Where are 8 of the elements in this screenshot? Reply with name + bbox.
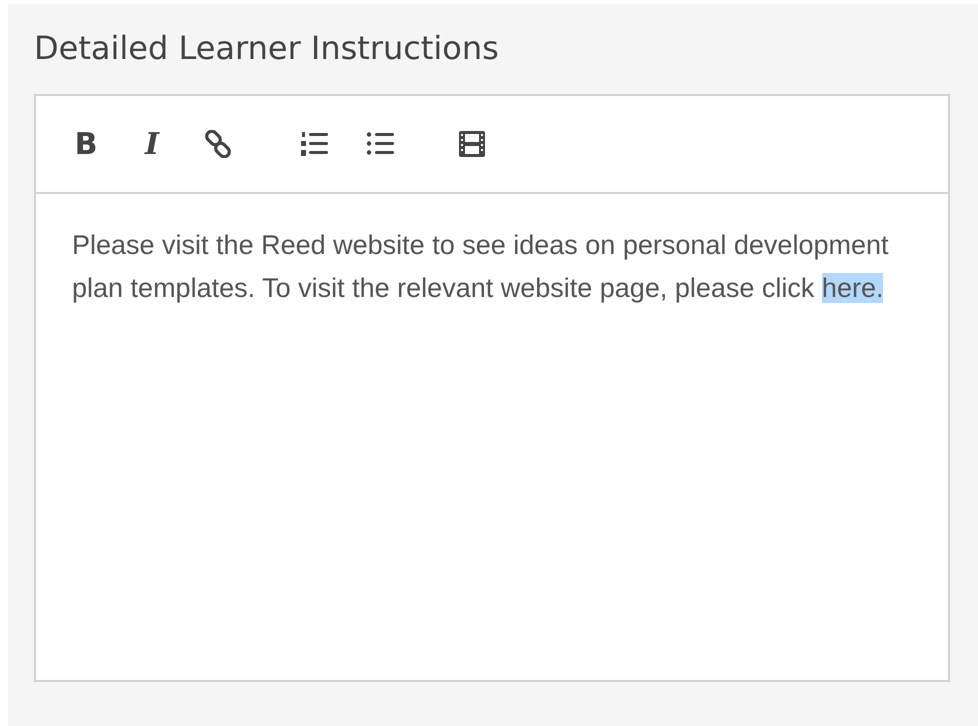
numbered-list-icon: [300, 130, 328, 158]
film-icon: [458, 130, 486, 158]
bold-button[interactable]: B: [70, 126, 102, 162]
chain-link-icon: [204, 130, 232, 158]
panel-title: Detailed Learner Instructions: [34, 28, 500, 69]
italic-button[interactable]: I: [136, 126, 168, 162]
text-editor[interactable]: B I Please visit the Reed website to see ideas on personal development plan templates. To visit the relevant website page, please click here.: [34, 94, 950, 682]
instructions-paragraph[interactable]: Please visit the Reed website to see ideas on personal development plan templates. To visit the relevant website page, please click here.: [72, 224, 918, 310]
